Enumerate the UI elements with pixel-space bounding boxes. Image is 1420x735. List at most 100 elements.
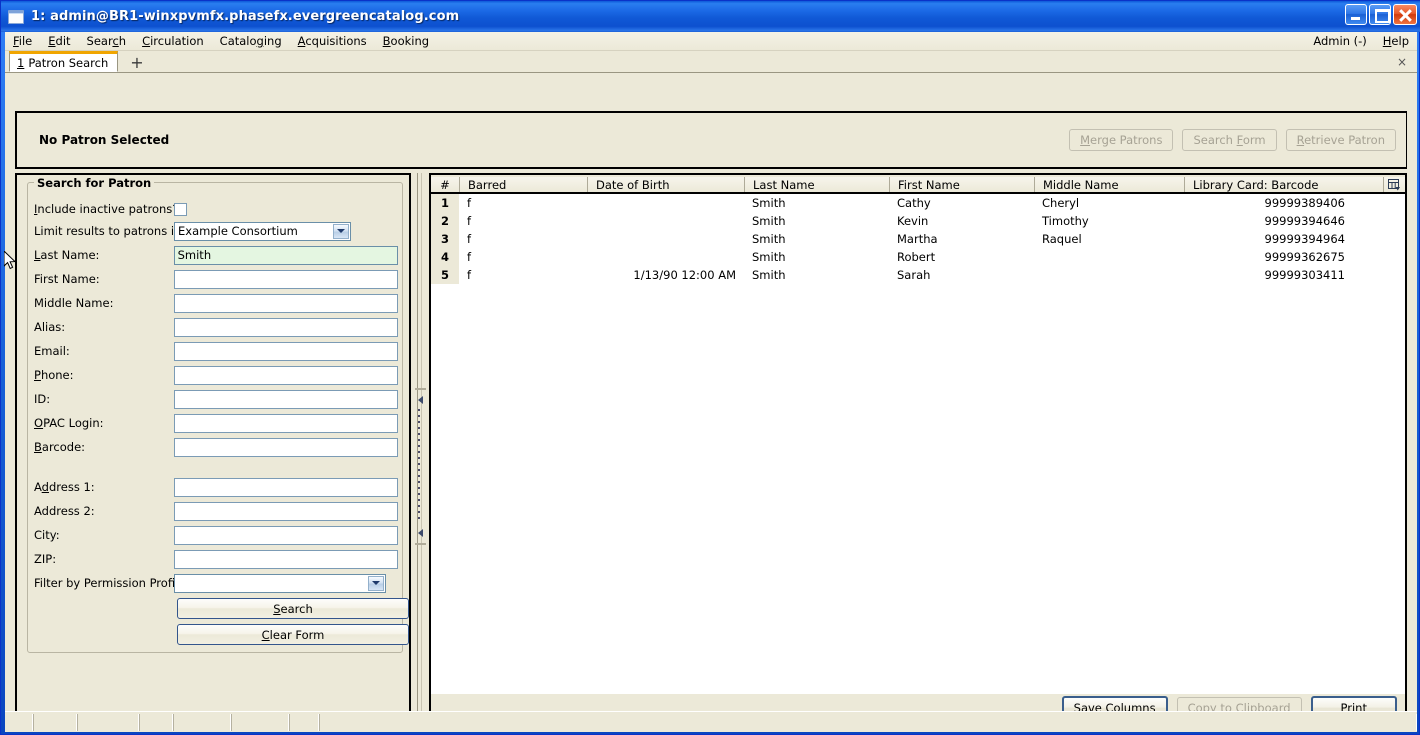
limit-results-label: Limit results to patrons in xyxy=(34,224,182,238)
phone-input[interactable] xyxy=(173,365,398,385)
new-tab-button[interactable]: + xyxy=(126,55,147,71)
chevron-down-icon xyxy=(333,223,349,239)
opac-login-label: OPAC Login: xyxy=(34,416,104,430)
phone-label: Phone: xyxy=(34,368,74,382)
cell-barred: f xyxy=(467,232,472,246)
cell-dob: 1/13/90 12:00 AM xyxy=(633,268,736,282)
close-tab-button[interactable]: × xyxy=(1397,55,1407,69)
first-name-label: First Name: xyxy=(34,272,100,286)
cell-middle-name: Timothy xyxy=(1042,214,1089,228)
tab-label: Patron Search xyxy=(28,55,109,70)
window-title: 1: admin@BR1-winxpvmfx.phasefx.evergreen… xyxy=(31,9,460,24)
patron-summary-bar: No Patron Selected Merge Patrons Search … xyxy=(15,111,1407,169)
menu-help[interactable]: Help xyxy=(1375,32,1417,50)
menu-acquisitions[interactable]: Acquisitions xyxy=(290,32,375,50)
city-label: City: xyxy=(34,528,60,542)
zip-input[interactable] xyxy=(173,549,398,569)
splitter-bar-top xyxy=(415,388,426,390)
col-header-first-name[interactable]: First Name xyxy=(889,177,1034,192)
cell-first-name: Robert xyxy=(897,250,936,264)
status-segment-main xyxy=(319,714,1417,731)
menu-edit[interactable]: Edit xyxy=(40,32,78,50)
cell-dob xyxy=(587,212,744,230)
status-segment-2 xyxy=(33,714,77,731)
search-panel: Search for Patron Include inactive patro… xyxy=(15,173,411,725)
column-picker-icon[interactable] xyxy=(1383,177,1405,192)
search-button[interactable]: Search xyxy=(177,598,409,619)
cell-middle-name xyxy=(1034,266,1184,284)
zip-label: ZIP: xyxy=(34,552,57,566)
permission-profile-select[interactable] xyxy=(174,573,386,593)
include-inactive-checkbox[interactable] xyxy=(174,202,187,216)
column-picker-glyph xyxy=(1388,178,1400,190)
col-header-dob[interactable]: Date of Birth xyxy=(587,177,744,192)
cell-barcode: 99999362675 xyxy=(1264,250,1345,264)
barcode-label: Barcode: xyxy=(34,440,86,454)
splitter-bar-bottom xyxy=(415,543,426,545)
menu-file[interactable]: File xyxy=(5,32,40,50)
limit-results-select[interactable]: Example Consortium xyxy=(174,221,351,241)
menu-search[interactable]: Search xyxy=(79,32,135,50)
results-grid-header: # Barred Date of Birth Last Name First N… xyxy=(431,177,1405,194)
col-header-middle-name[interactable]: Middle Name xyxy=(1034,177,1184,192)
status-segment-7 xyxy=(289,714,319,731)
search-form-button[interactable]: Search Form xyxy=(1182,129,1277,151)
table-row[interactable]: 2 f Smith Kevin Timothy 99999394646 xyxy=(431,212,1405,230)
middle-name-label: Middle Name: xyxy=(34,296,114,310)
tab-number: 1 xyxy=(17,55,25,70)
menu-booking[interactable]: Booking xyxy=(375,32,437,50)
merge-patrons-button[interactable]: Merge Patrons xyxy=(1069,129,1174,151)
row-phone: Phone: xyxy=(34,365,398,385)
first-name-input[interactable] xyxy=(173,269,398,289)
window-controls xyxy=(1345,4,1417,25)
splitter-collapse-left-icon-2[interactable] xyxy=(416,528,425,537)
retrieve-patron-button[interactable]: Retrieve Patron xyxy=(1285,129,1396,151)
panel-splitter[interactable] xyxy=(411,173,429,725)
id-input[interactable] xyxy=(173,389,398,409)
splitter-collapse-left-icon[interactable] xyxy=(416,395,425,404)
opac-login-input[interactable] xyxy=(173,413,398,433)
col-header-last-name[interactable]: Last Name xyxy=(744,177,889,192)
row-first-name: First Name: xyxy=(34,269,398,289)
chevron-down-icon-2 xyxy=(368,575,384,591)
city-input[interactable] xyxy=(173,525,398,545)
last-name-input[interactable] xyxy=(173,245,398,265)
patron-action-buttons: Merge Patrons Search Form Retrieve Patro… xyxy=(1069,129,1396,151)
splitter-dots-mid xyxy=(418,409,420,519)
menu-circulation[interactable]: Circulation xyxy=(134,32,212,50)
address-1-input[interactable] xyxy=(173,477,398,497)
table-row[interactable]: 3 f Smith Martha Raquel 99999394964 xyxy=(431,230,1405,248)
row-barcode: Barcode: xyxy=(34,437,398,457)
cell-barcode: 99999389406 xyxy=(1264,196,1345,210)
table-row[interactable]: 1 f Smith Cathy Cheryl 99999389406 xyxy=(431,194,1405,212)
col-header-library-card-barcode[interactable]: Library Card: Barcode xyxy=(1184,177,1383,192)
minimize-button[interactable] xyxy=(1345,4,1367,25)
col-header-barred[interactable]: Barred xyxy=(459,177,587,192)
menu-cataloging[interactable]: Cataloging xyxy=(212,32,290,50)
table-row[interactable]: 5 f 1/13/90 12:00 AM Smith Sarah 9999930… xyxy=(431,266,1405,284)
row-zip: ZIP: xyxy=(34,549,398,569)
results-panel: # Barred Date of Birth Last Name First N… xyxy=(429,173,1407,725)
email-input[interactable] xyxy=(173,341,398,361)
cell-first-name: Cathy xyxy=(897,196,931,210)
search-fieldset: Search for Patron Include inactive patro… xyxy=(27,176,409,653)
address-2-input[interactable] xyxy=(173,501,398,521)
close-button[interactable] xyxy=(1393,4,1417,25)
patron-status-label: No Patron Selected xyxy=(39,133,170,147)
middle-name-input[interactable] xyxy=(173,293,398,313)
cell-index: 5 xyxy=(431,266,459,284)
cell-barred: f xyxy=(467,214,472,228)
cell-last-name: Smith xyxy=(752,232,786,246)
alias-input[interactable] xyxy=(173,317,398,337)
maximize-button[interactable] xyxy=(1369,4,1391,25)
cell-barred: f xyxy=(467,250,472,264)
menu-admin[interactable]: Admin (-) xyxy=(1305,32,1374,50)
cell-barcode: 99999394646 xyxy=(1264,214,1345,228)
status-segment-3 xyxy=(77,714,139,731)
table-row[interactable]: 4 f Smith Robert 99999362675 xyxy=(431,248,1405,266)
clear-form-button[interactable]: Clear Form xyxy=(177,624,409,645)
col-header-index[interactable]: # xyxy=(431,177,459,192)
cell-barcode: 99999394964 xyxy=(1264,232,1345,246)
tab-patron-search[interactable]: 1 Patron Search xyxy=(9,51,119,72)
barcode-input[interactable] xyxy=(173,437,398,457)
